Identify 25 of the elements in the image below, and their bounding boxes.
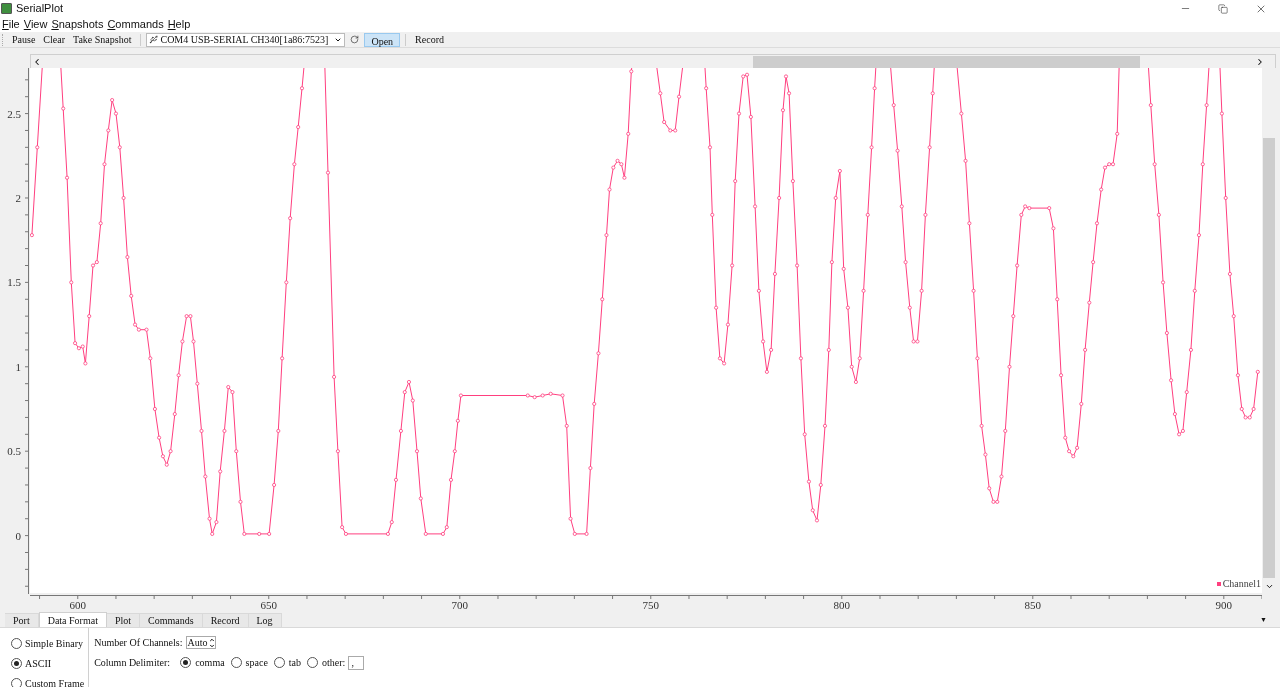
x-tick-label: 700 bbox=[451, 599, 468, 611]
x-tick-label: 600 bbox=[69, 599, 86, 611]
window-title: SerialPlot bbox=[16, 1, 64, 17]
y-tick-label: 0.5 bbox=[7, 445, 21, 458]
y-tick-label: 2.5 bbox=[7, 107, 21, 120]
y-tick-label: 2 bbox=[15, 192, 21, 204]
field-label: Number Of Channels: bbox=[94, 636, 183, 650]
port-value: COM4 USB-SERIAL CH340[1a86:7523] bbox=[160, 33, 329, 47]
radio-label: comma bbox=[195, 656, 225, 670]
legend-label: Channel1 bbox=[1222, 577, 1261, 591]
radio-label: space bbox=[245, 656, 268, 670]
y-tick-label: 1 bbox=[15, 360, 21, 373]
radio-label: tab bbox=[288, 656, 302, 670]
y-tick-label: 0 bbox=[15, 529, 21, 542]
x-tick-label: 900 bbox=[1215, 599, 1233, 611]
radio-label: Custom Frame bbox=[25, 677, 85, 687]
x-tick-label: 750 bbox=[642, 599, 660, 611]
x-tick-label: 850 bbox=[1024, 599, 1042, 611]
x-tick-label: 650 bbox=[260, 599, 277, 611]
radio-label: ASCII bbox=[25, 657, 52, 671]
y-tick-label: 1.5 bbox=[7, 276, 21, 289]
radio-label: Simple Binary bbox=[25, 637, 84, 651]
x-tick-label: 800 bbox=[833, 599, 851, 611]
field-label: Column Delimiter: bbox=[94, 656, 171, 670]
radio-label: other: bbox=[322, 656, 346, 670]
